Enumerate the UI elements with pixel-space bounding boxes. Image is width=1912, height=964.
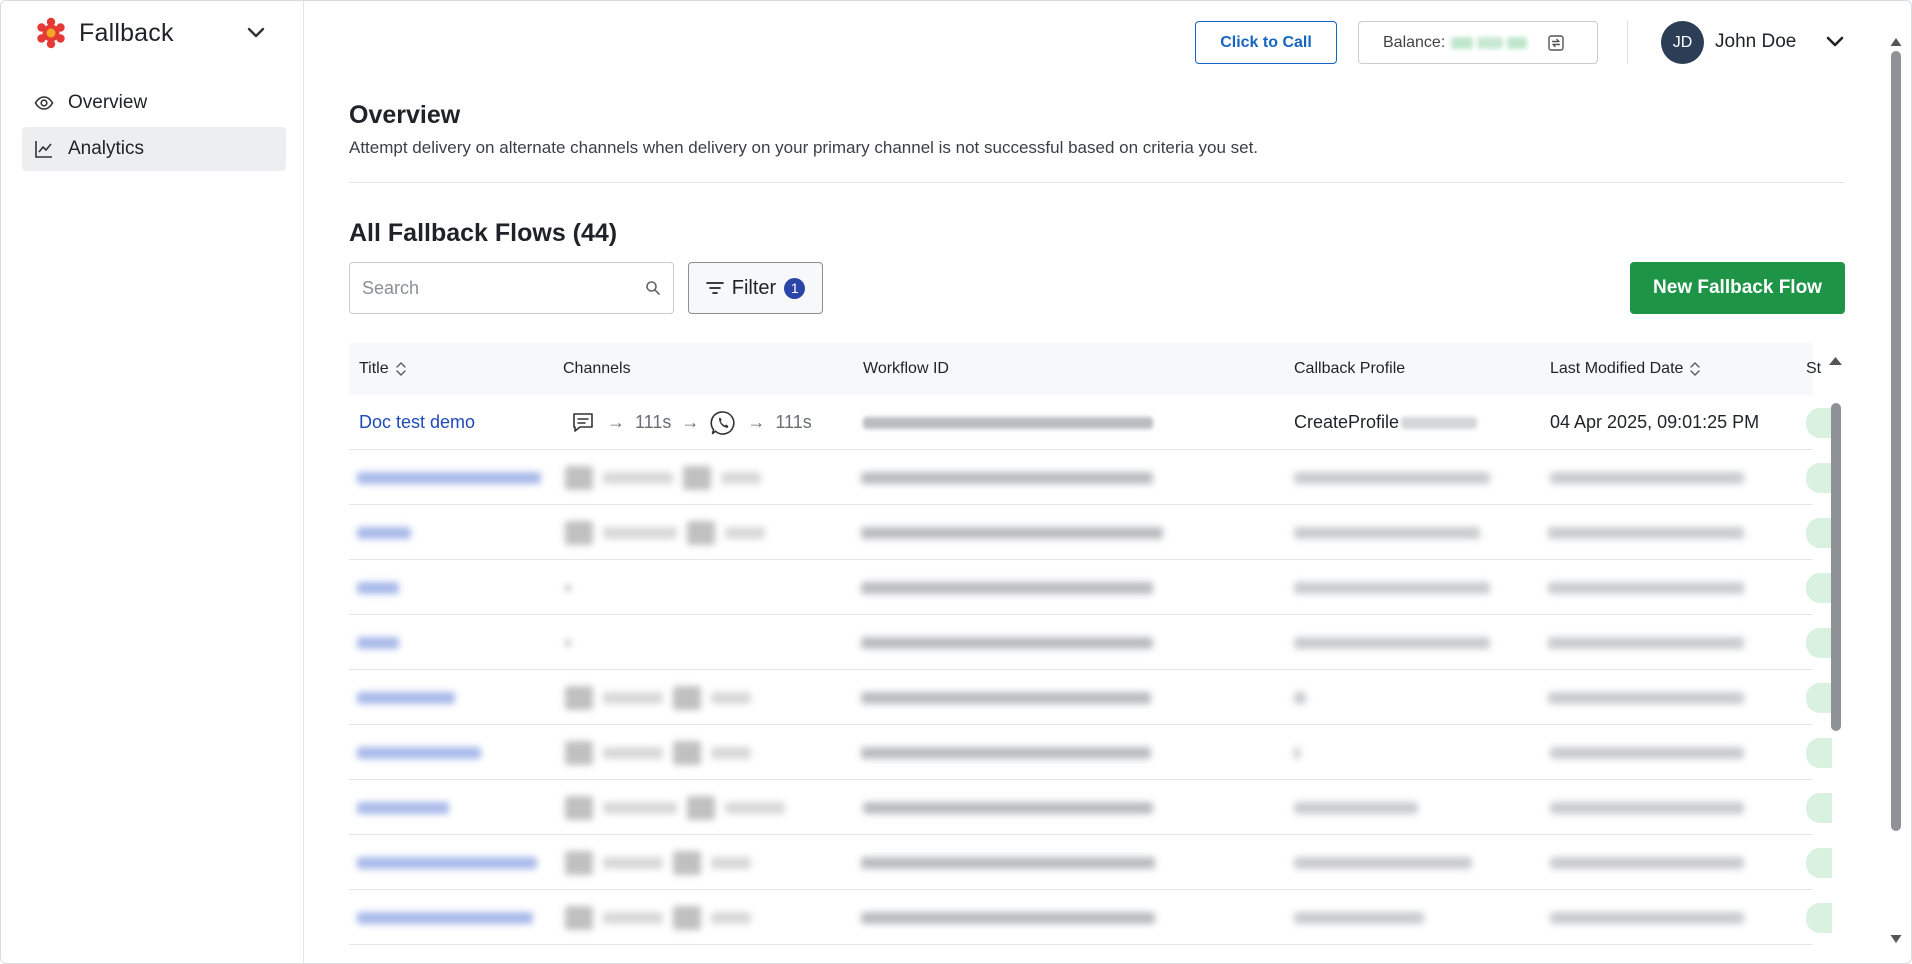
sidebar-nav: Overview Analytics: [22, 81, 286, 173]
sidebar-item-label: Analytics: [68, 138, 145, 159]
chart-line-icon: [34, 139, 54, 159]
arrow-right-icon: →: [681, 412, 700, 432]
table-row-redacted[interactable]: [349, 890, 1832, 945]
filter-button[interactable]: Filter 1: [688, 262, 823, 314]
column-header-callback-profile: Callback Profile: [1294, 360, 1406, 377]
page-title: Overview: [349, 101, 461, 129]
table-row[interactable]: Doc test demo → 111s → → 111s CreateProf…: [349, 395, 1832, 450]
table-row-redacted[interactable]: [349, 835, 1832, 890]
search-box: [349, 262, 674, 314]
row-channels: → 111s → → 111s: [569, 395, 812, 450]
channel-delay: 111s: [635, 412, 672, 432]
filter-label: Filter: [731, 276, 777, 299]
avatar[interactable]: JD: [1661, 21, 1704, 64]
column-header-channels: Channels: [563, 360, 631, 377]
table-row-redacted[interactable]: [349, 780, 1832, 835]
table-row-redacted[interactable]: [349, 505, 1832, 560]
brand-name: Fallback: [79, 18, 174, 47]
filter-icon: [705, 281, 724, 295]
row-callback-profile: CreateProfile: [1294, 395, 1478, 450]
user-name[interactable]: John Doe: [1715, 31, 1796, 53]
sms-icon: [569, 409, 597, 437]
row-title-link[interactable]: Doc test demo: [359, 395, 475, 450]
brand[interactable]: Fallback: [35, 17, 174, 49]
table-scrollbar[interactable]: [1826, 343, 1845, 953]
table-body: Doc test demo → 111s → → 111s CreateProf…: [349, 395, 1832, 953]
column-header-workflow-id: Workflow ID: [863, 360, 949, 377]
balance-value-redacted: [1451, 36, 1528, 49]
main-content: Overview Attempt delivery on alternate c…: [349, 85, 1845, 953]
column-header-status: St: [1806, 360, 1822, 377]
topbar: Click to Call Balance: JD John Doe: [304, 1, 1911, 85]
sort-icon[interactable]: [395, 361, 407, 377]
page-description: Attempt delivery on alternate channels w…: [349, 138, 1259, 157]
channel-delay: 111s: [775, 412, 812, 432]
chevron-down-icon[interactable]: [1824, 33, 1846, 56]
table-row-redacted[interactable]: [349, 670, 1832, 725]
refresh-balance-icon[interactable]: [1547, 34, 1565, 52]
table-row-redacted[interactable]: [349, 725, 1832, 780]
column-header-title[interactable]: Title: [359, 343, 407, 395]
app-window: Fallback Overview Analytics Click to Cal…: [0, 0, 1912, 964]
table-row-redacted[interactable]: [349, 560, 1832, 615]
arrow-right-icon: →: [607, 412, 625, 432]
new-fallback-flow-button[interactable]: New Fallback Flow: [1630, 262, 1845, 314]
table-row-redacted[interactable]: [349, 450, 1832, 505]
flows-heading: All Fallback Flows (44): [349, 219, 618, 247]
flows-table: Title Channels Workflow ID Callback Prof…: [349, 343, 1845, 953]
fallback-logo-icon: [35, 17, 67, 49]
sidebar: Fallback Overview Analytics: [1, 1, 304, 963]
topbar-divider: [1627, 21, 1628, 64]
page-scrollbar[interactable]: [1889, 31, 1903, 963]
divider: [349, 182, 1845, 183]
arrow-right-icon: →: [747, 412, 766, 432]
click-to-call-button[interactable]: Click to Call: [1195, 21, 1337, 64]
balance-box: Balance:: [1358, 21, 1598, 64]
row-last-modified: 04 Apr 2025, 09:01:25 PM: [1550, 412, 1760, 432]
balance-label: Balance:: [1383, 33, 1446, 51]
table-header: Title Channels Workflow ID Callback Prof…: [349, 343, 1821, 395]
search-icon[interactable]: [645, 280, 661, 296]
table-row-redacted[interactable]: [349, 615, 1832, 670]
sort-icon[interactable]: [1689, 361, 1701, 377]
row-workflow-id-redacted: [863, 395, 1153, 450]
filter-count-badge: 1: [784, 277, 806, 299]
sidebar-item-label: Overview: [68, 92, 148, 113]
eye-icon: [34, 93, 54, 113]
column-header-last-modified[interactable]: Last Modified Date: [1550, 343, 1701, 395]
sidebar-item-analytics[interactable]: Analytics: [22, 127, 286, 171]
sidebar-item-overview[interactable]: Overview: [22, 81, 286, 125]
flows-toolbar: Filter 1 New Fallback Flow: [349, 262, 1845, 314]
search-input[interactable]: [362, 277, 645, 299]
table-row-redacted[interactable]: [349, 945, 1813, 953]
chevron-down-icon[interactable]: [244, 23, 268, 43]
whatsapp-icon: [709, 409, 737, 437]
